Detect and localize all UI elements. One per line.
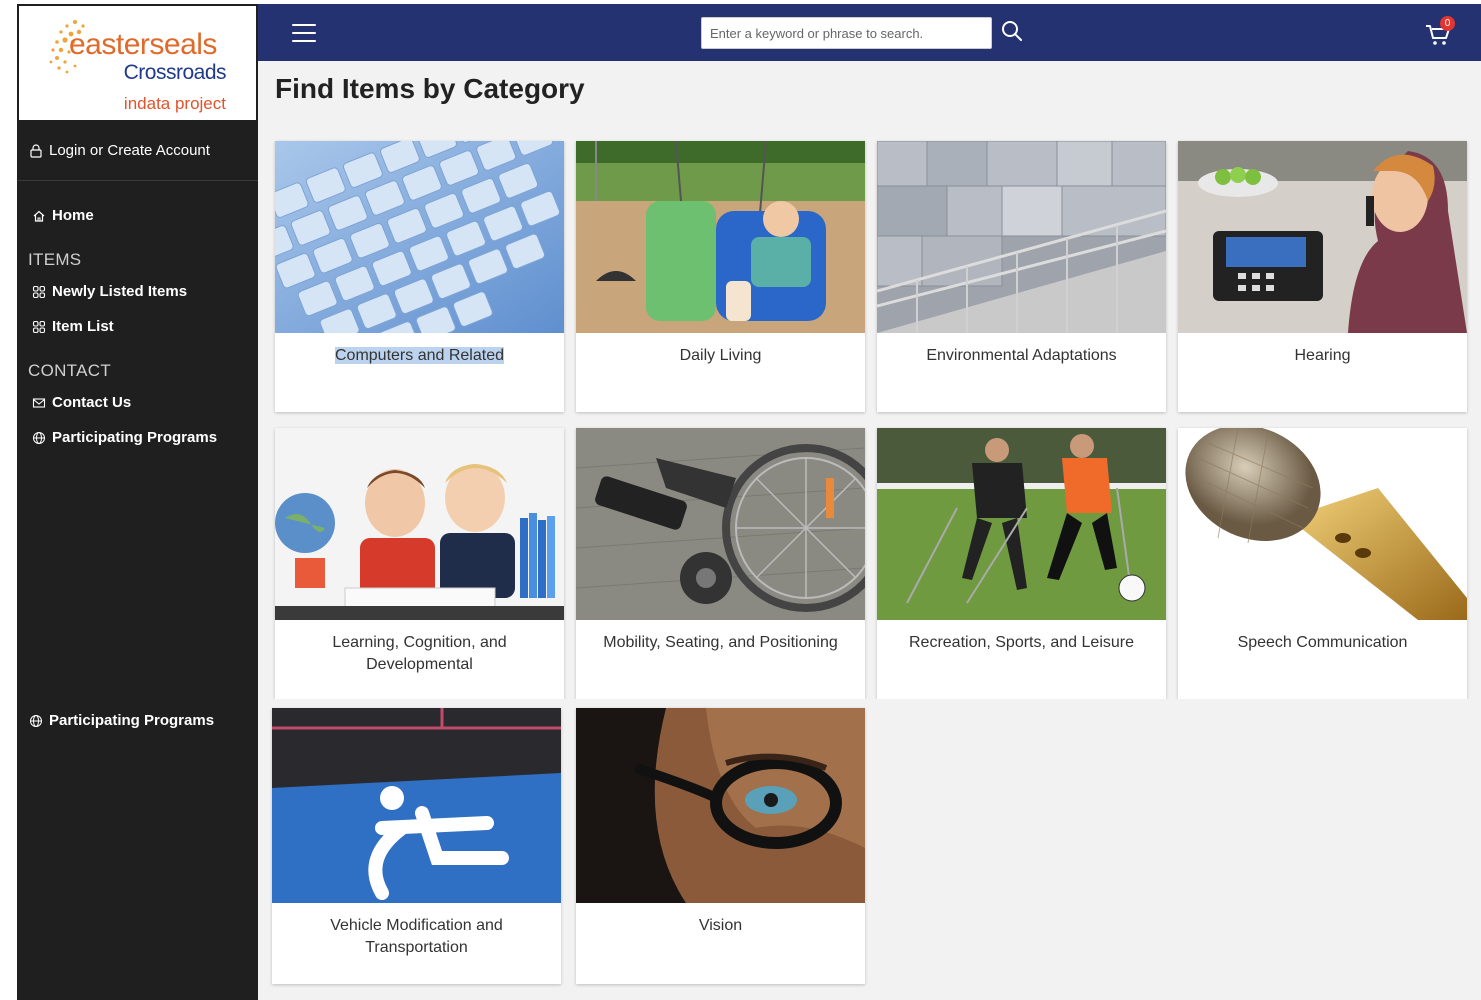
sidebar-item-home[interactable]: Home — [32, 207, 94, 224]
search-input[interactable] — [701, 17, 992, 49]
category-image-glasses — [576, 708, 865, 903]
page-title: Find Items by Category — [275, 73, 585, 104]
main-content-lower: Vehicle Modification and Transportation … — [258, 699, 1481, 1000]
sidebar: easterseals Crossroads indata project Lo… — [17, 4, 258, 1000]
category-label: Environmental Adaptations — [926, 347, 1117, 364]
globe-icon — [30, 714, 42, 727]
category-label: Computers and Related — [335, 347, 504, 364]
category-card-daily-living[interactable]: Daily Living — [576, 141, 865, 412]
participating-programs-label: Participating Programs — [52, 429, 218, 446]
category-label: Recreation, Sports, and Leisure — [908, 634, 1134, 651]
sidebar-divider — [17, 180, 258, 181]
category-label: Vehicle Modification and Transportation — [330, 917, 503, 956]
contact-us-label: Contact Us — [52, 394, 132, 411]
category-label: Vision — [698, 917, 743, 934]
home-label: Home — [52, 207, 94, 224]
search-icon[interactable] — [1000, 19, 1024, 43]
category-card-vision[interactable]: Vision — [576, 708, 865, 984]
grid-icon — [32, 285, 46, 298]
category-image-children — [275, 428, 564, 620]
sidebar-item-item-list[interactable]: Item List — [32, 318, 114, 335]
category-label: Daily Living — [679, 347, 762, 364]
category-image-wheelchair — [576, 428, 865, 620]
category-image-microphone — [1178, 428, 1467, 620]
login-label: Login or Create Account — [49, 142, 210, 159]
category-label: Mobility, Seating, and Positioning — [603, 634, 838, 651]
category-card-hearing[interactable]: Hearing — [1178, 141, 1467, 412]
brand-name: easterseals — [69, 28, 217, 61]
category-image-phone — [1178, 141, 1467, 333]
contact-section-heading: CONTACT — [28, 361, 111, 380]
category-image-soccer — [877, 428, 1166, 620]
grid-icon — [32, 320, 46, 333]
sidebar-item-contact-us[interactable]: Contact Us — [32, 394, 131, 411]
category-image-swing — [576, 141, 865, 333]
home-icon — [33, 210, 45, 222]
category-label: Speech Communication — [1237, 634, 1408, 651]
logo[interactable]: easterseals Crossroads indata project — [17, 4, 258, 122]
top-navbar: 0 — [258, 4, 1481, 61]
category-card-vehicle[interactable]: Vehicle Modification and Transportation — [272, 708, 561, 984]
category-card-learning[interactable]: Learning, Cognition, and Developmental — [275, 428, 564, 699]
category-card-environmental[interactable]: Environmental Adaptations — [877, 141, 1166, 412]
participating-programs-repeat-label: Participating Programs — [49, 712, 215, 729]
globe-icon — [33, 431, 45, 444]
category-label: Hearing — [1294, 347, 1351, 364]
envelope-icon — [32, 397, 46, 408]
category-image-ramp — [877, 141, 1166, 333]
category-card-recreation[interactable]: Recreation, Sports, and Leisure — [877, 428, 1166, 699]
sidebar-item-participating-programs[interactable]: Participating Programs — [32, 429, 217, 446]
category-image-keyboard — [275, 141, 564, 333]
item-list-label: Item List — [52, 318, 114, 335]
login-link[interactable]: Login or Create Account — [29, 142, 210, 159]
sidebar-item-newly-listed[interactable]: Newly Listed Items — [32, 283, 187, 300]
sidebar-item-participating-programs-repeat[interactable]: Participating Programs — [29, 712, 214, 729]
brand-tagline: indata project — [123, 94, 226, 113]
category-card-speech[interactable]: Speech Communication — [1178, 428, 1467, 699]
newly-listed-label: Newly Listed Items — [52, 283, 188, 300]
menu-toggle-icon[interactable] — [292, 24, 316, 42]
category-card-computers[interactable]: Computers and Related — [275, 141, 564, 412]
cart-count-badge: 0 — [1440, 16, 1455, 31]
brand-sub: Crossroads — [123, 61, 227, 84]
items-section-heading: ITEMS — [28, 250, 82, 269]
category-image-parking — [272, 708, 561, 903]
category-card-mobility[interactable]: Mobility, Seating, and Positioning — [576, 428, 865, 699]
lock-icon — [30, 143, 42, 158]
category-label: Learning, Cognition, and Developmental — [332, 634, 507, 673]
main-content: Find Items by Category Computers and Rel… — [258, 61, 1481, 699]
